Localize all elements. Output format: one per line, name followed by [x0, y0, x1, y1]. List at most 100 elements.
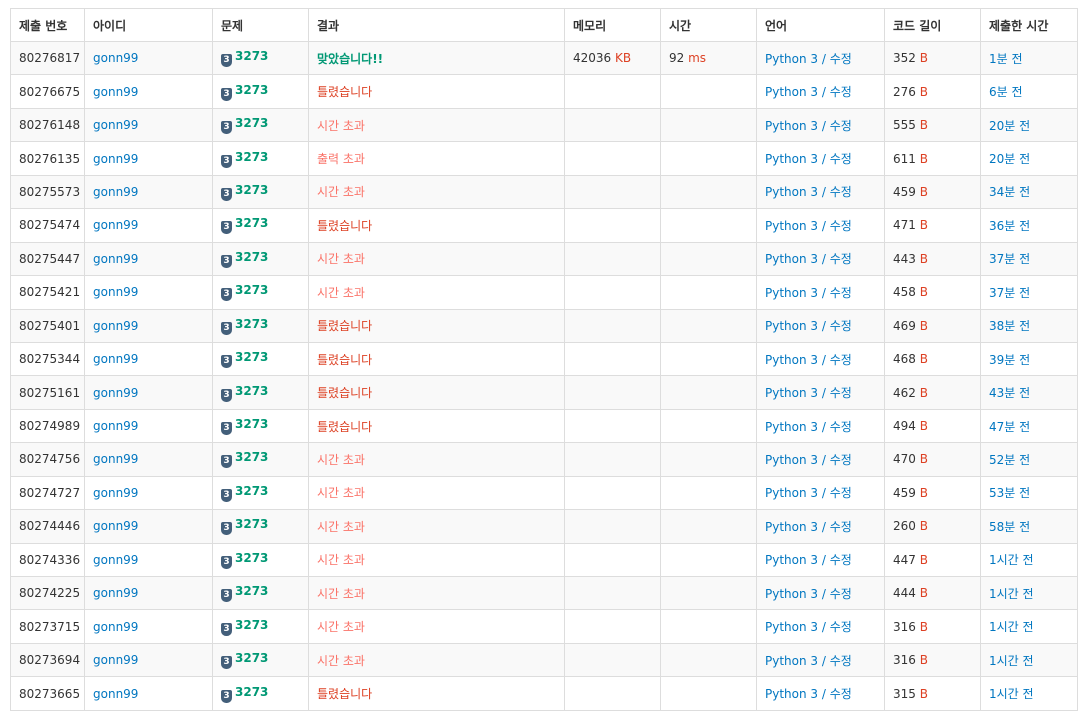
problem-link[interactable]: 3273 [235, 651, 268, 665]
submitted-time-link[interactable]: 1분 전 [989, 52, 1023, 66]
edit-link[interactable]: 수정 [830, 219, 852, 233]
language-link[interactable]: Python 3 [765, 620, 818, 634]
submitted-time-link[interactable]: 37분 전 [989, 252, 1030, 266]
language-link[interactable]: Python 3 [765, 687, 818, 701]
edit-link[interactable]: 수정 [830, 687, 852, 701]
user-link[interactable]: gonn99 [93, 586, 138, 600]
problem-link[interactable]: 3273 [235, 317, 268, 331]
user-link[interactable]: gonn99 [93, 687, 138, 701]
problem-link[interactable]: 3273 [235, 384, 268, 398]
edit-link[interactable]: 수정 [830, 520, 852, 534]
submitted-time-link[interactable]: 52분 전 [989, 453, 1030, 467]
submitted-time-link[interactable]: 36분 전 [989, 219, 1030, 233]
language-link[interactable]: Python 3 [765, 587, 818, 601]
problem-link[interactable]: 3273 [235, 49, 268, 63]
problem-link[interactable]: 3273 [235, 350, 268, 364]
problem-link[interactable]: 3273 [235, 551, 268, 565]
edit-link[interactable]: 수정 [830, 353, 852, 367]
user-link[interactable]: gonn99 [93, 352, 138, 366]
edit-link[interactable]: 수정 [830, 386, 852, 400]
submitted-time-link[interactable]: 20분 전 [989, 119, 1030, 133]
problem-link[interactable]: 3273 [235, 484, 268, 498]
submitted-time-link[interactable]: 58분 전 [989, 520, 1030, 534]
problem-link[interactable]: 3273 [235, 450, 268, 464]
language-link[interactable]: Python 3 [765, 453, 818, 467]
submitted-time-link[interactable]: 1시간 전 [989, 687, 1034, 701]
language-link[interactable]: Python 3 [765, 286, 818, 300]
language-link[interactable]: Python 3 [765, 386, 818, 400]
language-link[interactable]: Python 3 [765, 52, 818, 66]
edit-link[interactable]: 수정 [830, 85, 852, 99]
user-link[interactable]: gonn99 [93, 185, 138, 199]
submitted-time-link[interactable]: 39분 전 [989, 353, 1030, 367]
user-link[interactable]: gonn99 [93, 553, 138, 567]
edit-link[interactable]: 수정 [830, 152, 852, 166]
submitted-time-link[interactable]: 47분 전 [989, 420, 1030, 434]
user-link[interactable]: gonn99 [93, 653, 138, 667]
submitted-time-link[interactable]: 20분 전 [989, 152, 1030, 166]
user-link[interactable]: gonn99 [93, 85, 138, 99]
user-link[interactable]: gonn99 [93, 319, 138, 333]
user-link[interactable]: gonn99 [93, 620, 138, 634]
language-link[interactable]: Python 3 [765, 319, 818, 333]
edit-link[interactable]: 수정 [830, 620, 852, 634]
edit-link[interactable]: 수정 [830, 52, 852, 66]
problem-link[interactable]: 3273 [235, 417, 268, 431]
user-link[interactable]: gonn99 [93, 218, 138, 232]
language-link[interactable]: Python 3 [765, 353, 818, 367]
language-link[interactable]: Python 3 [765, 252, 818, 266]
language-link[interactable]: Python 3 [765, 85, 818, 99]
edit-link[interactable]: 수정 [830, 453, 852, 467]
edit-link[interactable]: 수정 [830, 553, 852, 567]
language-link[interactable]: Python 3 [765, 152, 818, 166]
language-link[interactable]: Python 3 [765, 654, 818, 668]
user-link[interactable]: gonn99 [93, 486, 138, 500]
user-link[interactable]: gonn99 [93, 386, 138, 400]
user-link[interactable]: gonn99 [93, 152, 138, 166]
problem-link[interactable]: 3273 [235, 250, 268, 264]
user-link[interactable]: gonn99 [93, 419, 138, 433]
submitted-time-link[interactable]: 1시간 전 [989, 654, 1034, 668]
edit-link[interactable]: 수정 [830, 486, 852, 500]
submitted-time-link[interactable]: 37분 전 [989, 286, 1030, 300]
submitted-time-link[interactable]: 38분 전 [989, 319, 1030, 333]
edit-link[interactable]: 수정 [830, 420, 852, 434]
problem-link[interactable]: 3273 [235, 83, 268, 97]
problem-link[interactable]: 3273 [235, 283, 268, 297]
language-link[interactable]: Python 3 [765, 553, 818, 567]
submitted-time-link[interactable]: 6분 전 [989, 85, 1023, 99]
edit-link[interactable]: 수정 [830, 252, 852, 266]
problem-link[interactable]: 3273 [235, 216, 268, 230]
problem-link[interactable]: 3273 [235, 584, 268, 598]
language-link[interactable]: Python 3 [765, 119, 818, 133]
user-link[interactable]: gonn99 [93, 252, 138, 266]
edit-link[interactable]: 수정 [830, 286, 852, 300]
language-link[interactable]: Python 3 [765, 420, 818, 434]
edit-link[interactable]: 수정 [830, 185, 852, 199]
problem-link[interactable]: 3273 [235, 183, 268, 197]
language-link[interactable]: Python 3 [765, 520, 818, 534]
edit-link[interactable]: 수정 [830, 587, 852, 601]
user-link[interactable]: gonn99 [93, 519, 138, 533]
edit-link[interactable]: 수정 [830, 319, 852, 333]
language-link[interactable]: Python 3 [765, 486, 818, 500]
user-link[interactable]: gonn99 [93, 118, 138, 132]
user-link[interactable]: gonn99 [93, 452, 138, 466]
language-link[interactable]: Python 3 [765, 219, 818, 233]
edit-link[interactable]: 수정 [830, 654, 852, 668]
problem-link[interactable]: 3273 [235, 685, 268, 699]
submitted-time-link[interactable]: 1시간 전 [989, 553, 1034, 567]
submitted-time-link[interactable]: 34분 전 [989, 185, 1030, 199]
problem-link[interactable]: 3273 [235, 150, 268, 164]
user-link[interactable]: gonn99 [93, 285, 138, 299]
problem-link[interactable]: 3273 [235, 618, 268, 632]
submitted-time-link[interactable]: 1시간 전 [989, 620, 1034, 634]
submitted-time-link[interactable]: 1시간 전 [989, 587, 1034, 601]
problem-link[interactable]: 3273 [235, 517, 268, 531]
language-link[interactable]: Python 3 [765, 185, 818, 199]
problem-link[interactable]: 3273 [235, 116, 268, 130]
edit-link[interactable]: 수정 [830, 119, 852, 133]
submitted-time-link[interactable]: 43분 전 [989, 386, 1030, 400]
submitted-time-link[interactable]: 53분 전 [989, 486, 1030, 500]
user-link[interactable]: gonn99 [93, 51, 138, 65]
